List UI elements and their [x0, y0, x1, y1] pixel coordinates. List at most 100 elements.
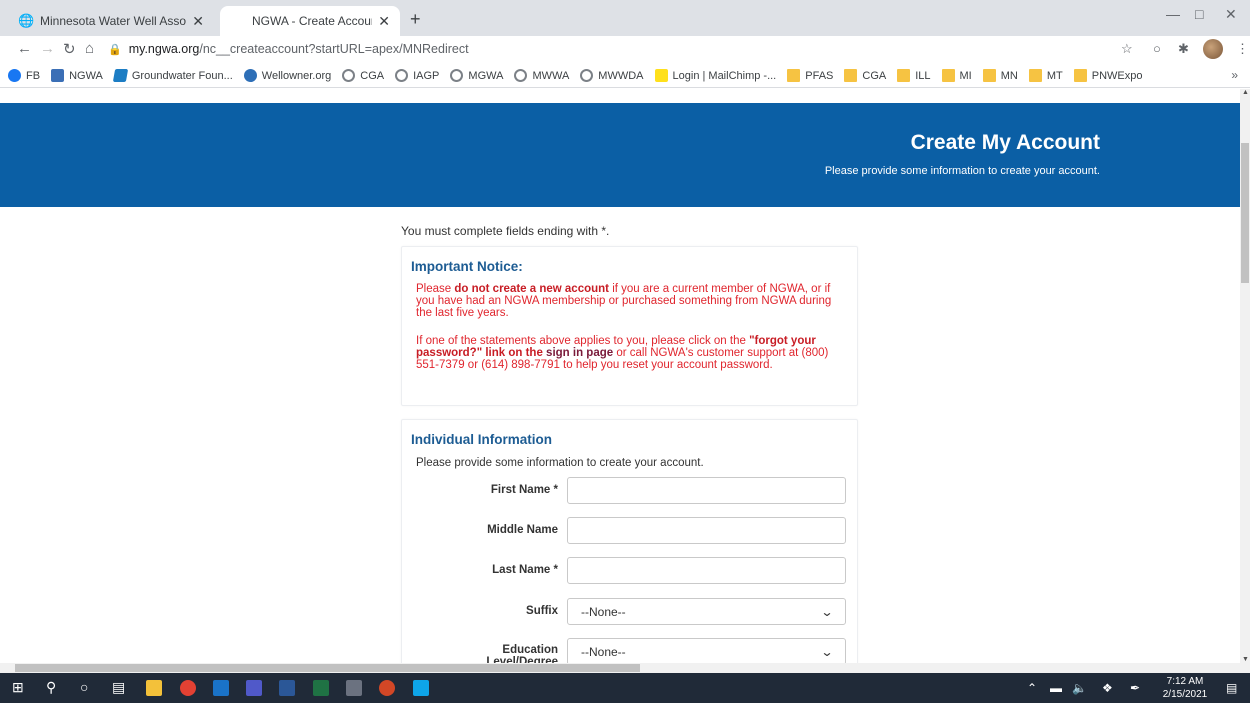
bookmark-item[interactable]: MN	[982, 69, 1018, 82]
word-icon[interactable]	[279, 680, 295, 696]
middle-name-input[interactable]	[567, 517, 846, 544]
bookmark-item[interactable]: PNWExpo	[1073, 69, 1143, 82]
bookmark-label: CGA	[862, 69, 887, 82]
folder-icon	[787, 69, 801, 82]
system-clock[interactable]: 7:12 AM 2/15/2021	[1158, 675, 1212, 701]
bookmark-item[interactable]: CGA	[844, 69, 886, 82]
sign-in-page-link[interactable]: sign in page	[543, 347, 613, 359]
bookmark-item[interactable]: ILL	[897, 69, 931, 82]
vertical-scroll-thumb[interactable]	[1241, 143, 1249, 283]
bookmark-item[interactable]: MGWA	[450, 69, 503, 82]
bookmark-label: MT	[1046, 69, 1063, 82]
bookmark-label: MI	[959, 69, 972, 82]
bookmark-label: Wellowner.org	[261, 69, 332, 82]
powerpoint-icon[interactable]	[379, 680, 395, 696]
horizontal-scrollbar[interactable]	[0, 663, 1250, 673]
home-icon[interactable]: ⌂	[85, 40, 94, 57]
bookmark-item[interactable]: FB	[8, 69, 40, 82]
last-name-input[interactable]	[567, 557, 846, 584]
teams-icon[interactable]	[246, 680, 262, 696]
outlook-icon[interactable]	[213, 680, 229, 696]
chrome-icon[interactable]	[180, 680, 196, 696]
back-icon[interactable]: ←	[17, 40, 32, 57]
excel-icon[interactable]	[313, 680, 329, 696]
first-name-input[interactable]	[567, 477, 846, 504]
required-fields-note: You must complete fields ending with *.	[401, 224, 610, 238]
individual-heading: Individual Information	[411, 432, 552, 447]
search-icon[interactable]: ⚲	[46, 679, 56, 696]
ngwa-icon	[51, 69, 65, 82]
notice-paragraph-1: Please do not create a new account if yo…	[416, 283, 832, 319]
close-window-icon[interactable]: ✕	[1225, 6, 1237, 23]
volume-icon[interactable]: 🔈	[1072, 681, 1087, 695]
bookmark-item[interactable]: MI	[941, 69, 972, 82]
folder-icon	[897, 69, 911, 82]
bookmark-item[interactable]: Login | MailChimp -...	[654, 69, 777, 82]
bookmarks-overflow-icon[interactable]: »	[1231, 68, 1238, 82]
page-subtitle: Please provide some information to creat…	[824, 165, 1100, 177]
cortana-icon[interactable]: ○	[80, 679, 88, 695]
bookmark-item[interactable]: IAGP	[395, 69, 439, 82]
bookmarks-bar: FB NGWA Groundwater Foun... Wellowner.org CG…	[0, 64, 1250, 88]
bookmark-item[interactable]: NGWA	[51, 69, 103, 82]
first-name-row: First Name *	[402, 477, 859, 505]
chevron-up-icon[interactable]: ⌃	[1027, 681, 1037, 695]
bookmark-item[interactable]: MT	[1028, 69, 1063, 82]
bookmark-item[interactable]: MWWDA	[580, 69, 644, 82]
bookmark-label: PFAS	[805, 69, 834, 82]
bookmark-label: MWWA	[532, 69, 570, 82]
tab-ngwa-create-account[interactable]: NGWA - Create Account ✕	[220, 6, 400, 36]
chevron-down-icon: ⌄	[820, 644, 834, 659]
bookmark-label: IAGP	[413, 69, 440, 82]
tab-title: Minnesota Water Well Associatio	[40, 14, 187, 28]
close-icon[interactable]: ✕	[192, 13, 204, 30]
bookmark-item[interactable]: CGA	[342, 69, 384, 82]
tab-title: NGWA - Create Account	[252, 14, 373, 28]
battery-icon[interactable]: ▬	[1050, 681, 1062, 695]
bookmark-label: Login | MailChimp -...	[672, 69, 777, 82]
profile-avatar[interactable]	[1203, 39, 1223, 59]
vertical-scrollbar[interactable]: ▲ ▼	[1240, 89, 1250, 663]
scroll-down-icon[interactable]: ▼	[1242, 656, 1249, 663]
menu-dots-icon[interactable]: ⋮	[1236, 41, 1249, 57]
reload-icon[interactable]: ↻	[63, 40, 76, 58]
minimize-icon[interactable]: —	[1166, 6, 1180, 22]
extension-circle-icon[interactable]: ○	[1153, 41, 1161, 56]
suffix-value: --None--	[581, 604, 626, 619]
notifications-icon[interactable]: ▤	[1226, 681, 1237, 695]
education-row: Education Level/Degree --None-- ⌄	[402, 638, 859, 663]
bookmark-item[interactable]: Groundwater Foun...	[112, 69, 233, 82]
extensions-puzzle-icon[interactable]: ✱	[1178, 41, 1189, 57]
horizontal-scroll-thumb[interactable]	[15, 664, 640, 672]
address-bar[interactable]: 🔒 my.ngwa.org/nc__createaccount?startURL…	[108, 38, 1148, 60]
dropbox-icon[interactable]: ❖	[1102, 681, 1113, 695]
groundwater-icon	[112, 69, 129, 82]
wellowner-icon	[243, 69, 257, 82]
camera-icon[interactable]	[346, 680, 362, 696]
star-icon[interactable]: ☆	[1121, 41, 1133, 57]
windows-start-icon[interactable]: ⊞	[12, 679, 24, 696]
bookmark-item[interactable]: Wellowner.org	[243, 69, 332, 82]
education-value: --None--	[581, 644, 626, 659]
task-view-icon[interactable]: ▤	[112, 679, 125, 696]
new-tab-icon[interactable]: +	[410, 9, 421, 30]
bookmark-item[interactable]: PFAS	[787, 69, 833, 82]
page-header-banner: Create My Account Please provide some in…	[0, 103, 1240, 207]
bookmark-label: FB	[26, 69, 41, 82]
maximize-icon[interactable]: □	[1195, 6, 1203, 22]
bookmark-item[interactable]: MWWA	[514, 69, 569, 82]
education-select[interactable]: --None-- ⌄	[567, 638, 846, 663]
close-icon[interactable]: ✕	[378, 13, 390, 30]
globe-icon	[450, 69, 464, 82]
forward-icon[interactable]: →	[40, 40, 55, 57]
app-icon[interactable]	[413, 680, 429, 696]
bookmark-label: PNWExpo	[1091, 69, 1143, 82]
suffix-select[interactable]: --None-- ⌄	[567, 598, 846, 625]
bookmark-label: MGWA	[468, 69, 504, 82]
file-explorer-icon[interactable]	[146, 680, 162, 696]
scroll-up-icon[interactable]: ▲	[1242, 89, 1249, 96]
important-notice-card: Important Notice: Please do not create a…	[401, 246, 858, 406]
pen-icon[interactable]: ✒	[1130, 681, 1140, 695]
tab-minnesota-water-well[interactable]: 🌐 Minnesota Water Well Associatio ✕	[8, 6, 214, 36]
globe-icon	[580, 69, 594, 82]
